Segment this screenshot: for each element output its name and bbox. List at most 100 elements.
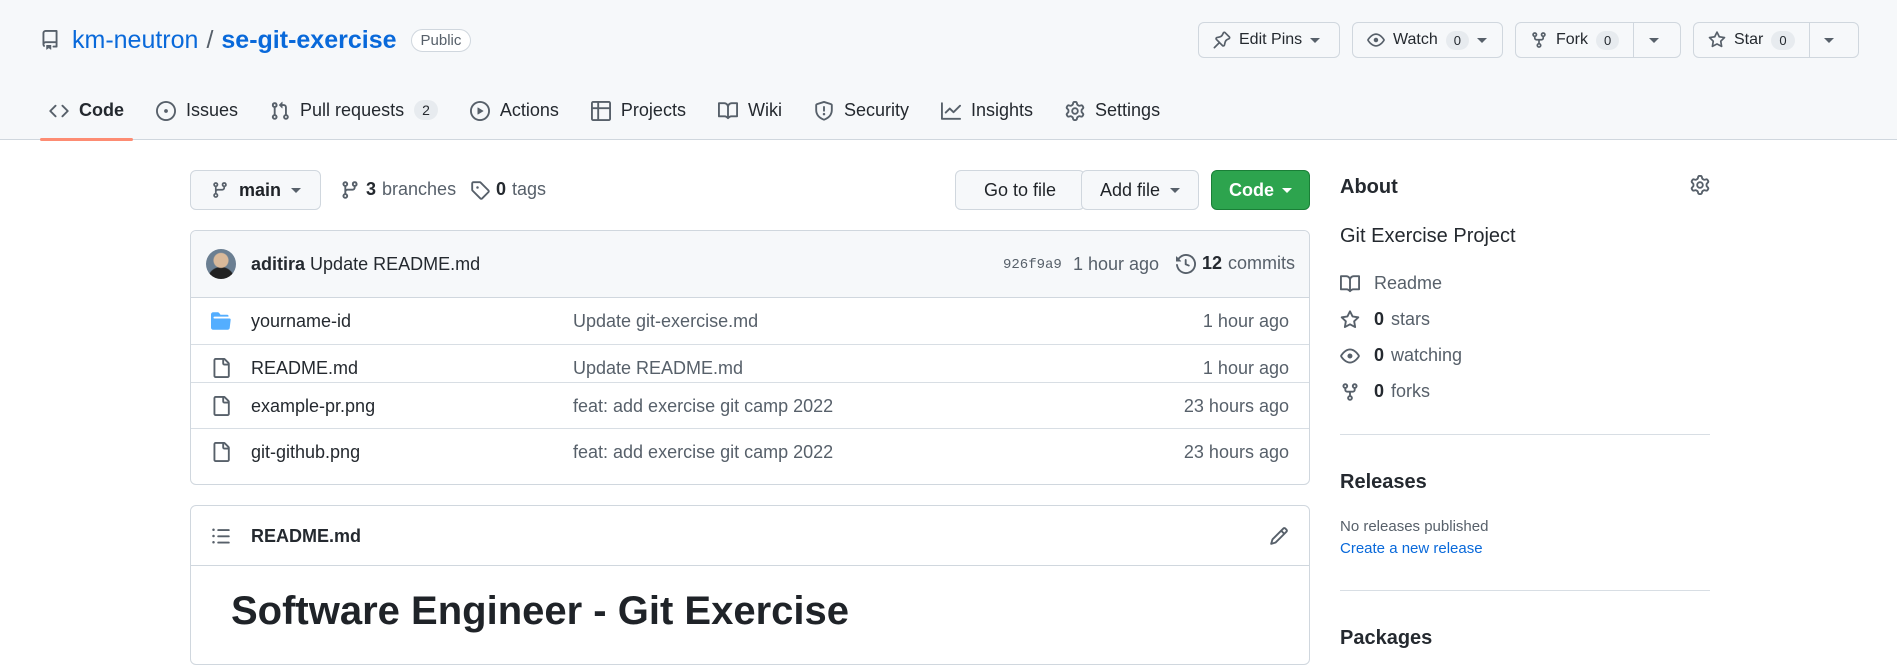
repo-actions: Edit Pins Watch 0 Fork 0 Star 0 xyxy=(1198,22,1859,58)
tag-icon xyxy=(470,180,490,200)
no-releases-text: No releases published xyxy=(1340,518,1489,535)
commits-label: commits xyxy=(1228,253,1296,273)
tab-code[interactable]: Code xyxy=(40,92,133,141)
file-name[interactable]: example-pr.png xyxy=(251,396,375,417)
file-row[interactable]: git-github.png feat: add exercise git ca… xyxy=(191,428,1309,474)
add-file-button[interactable]: Add file xyxy=(1081,170,1199,210)
file-commit-message[interactable]: Update git-exercise.md xyxy=(573,311,758,332)
chevron-down-icon xyxy=(1170,187,1181,193)
star-count: 0 xyxy=(1771,30,1795,50)
divider xyxy=(1340,590,1710,591)
go-to-file-button[interactable]: Go to file xyxy=(955,170,1085,210)
packages-title[interactable]: Packages xyxy=(1340,627,1432,650)
repo-header: km-neutron / se-git-exercise Public Edit… xyxy=(0,0,1897,141)
file-commit-message[interactable]: feat: add exercise git camp 2022 xyxy=(573,442,833,463)
branch-select-button[interactable]: main xyxy=(190,170,321,210)
tab-issues[interactable]: Issues xyxy=(147,92,247,140)
tab-label: Wiki xyxy=(747,100,782,120)
create-release-link[interactable]: Create a new release xyxy=(1340,540,1483,557)
tab-security[interactable]: Security xyxy=(805,92,918,140)
forks-count: 0 xyxy=(1374,381,1385,401)
branches-count: 3 xyxy=(366,179,377,199)
readme-heading: Software Engineer - Git Exercise xyxy=(231,589,849,633)
file-commit-message[interactable]: feat: add exercise git camp 2022 xyxy=(573,396,833,417)
star-button-group: Star 0 xyxy=(1693,22,1859,58)
forks-link[interactable]: 0 forks xyxy=(1340,381,1430,402)
star-dropdown-button[interactable] xyxy=(1808,23,1849,57)
edit-pins-button[interactable]: Edit Pins xyxy=(1198,22,1340,58)
file-commit-message[interactable]: Update README.md xyxy=(573,358,743,379)
releases-title[interactable]: Releases xyxy=(1340,471,1427,494)
file-icon xyxy=(211,358,231,378)
list-unordered-icon[interactable] xyxy=(211,526,231,546)
repo-icon xyxy=(40,30,60,50)
path-separator: / xyxy=(206,25,214,54)
repo-name-link[interactable]: se-git-exercise xyxy=(221,26,396,55)
file-name[interactable]: README.md xyxy=(251,358,358,379)
chevron-down-icon xyxy=(1310,37,1321,43)
file-row[interactable]: example-pr.png feat: add exercise git ca… xyxy=(191,382,1309,428)
fork-dropdown-button[interactable] xyxy=(1633,23,1673,57)
pull-requests-count: 2 xyxy=(414,100,438,120)
tab-label: Settings xyxy=(1095,100,1161,120)
star-icon xyxy=(1708,31,1726,49)
file-navigation: main 3 branches 0 tags Go to file Add fi… xyxy=(190,170,1310,210)
file-row[interactable]: yourname-id Update git-exercise.md 1 hou… xyxy=(191,298,1309,344)
pencil-icon[interactable] xyxy=(1269,526,1289,546)
star-label: Star xyxy=(1734,31,1764,48)
eye-icon xyxy=(1340,346,1360,366)
chevron-down-icon xyxy=(291,187,302,193)
tab-label: Insights xyxy=(970,100,1034,120)
pin-icon xyxy=(1213,31,1231,49)
readme-panel: README.md Software Engineer - Git Exerci… xyxy=(190,505,1310,665)
stars-count: 0 xyxy=(1374,309,1385,329)
file-age: 23 hours ago xyxy=(1183,442,1289,462)
avatar[interactable] xyxy=(206,249,236,279)
latest-commit-message: aditira Update README.md xyxy=(251,254,480,275)
code-button[interactable]: Code xyxy=(1211,170,1310,210)
pull-request-icon xyxy=(270,101,290,121)
commit-author[interactable]: aditira xyxy=(251,254,305,274)
file-age: 1 hour ago xyxy=(1202,311,1289,331)
stars-link[interactable]: 0 stars xyxy=(1340,309,1430,330)
commit-sha[interactable]: 926f9a9 xyxy=(1003,257,1062,273)
branch-name: main xyxy=(239,179,282,200)
tab-label: Actions xyxy=(499,100,559,120)
git-branch-icon xyxy=(340,180,360,200)
file-name[interactable]: yourname-id xyxy=(251,311,351,332)
gear-icon[interactable] xyxy=(1690,175,1710,195)
tab-projects[interactable]: Projects xyxy=(582,92,695,140)
commits-history-link[interactable]: 12 commits xyxy=(1176,253,1295,274)
commit-message-link[interactable]: Update README.md xyxy=(310,254,480,274)
watching-link[interactable]: 0 watching xyxy=(1340,345,1462,366)
tab-pull-requests[interactable]: Pull requests 2 xyxy=(261,92,447,140)
file-name[interactable]: git-github.png xyxy=(251,442,360,463)
tags-label: tags xyxy=(512,179,547,199)
folder-icon xyxy=(211,311,231,331)
tags-count: 0 xyxy=(496,179,507,199)
watch-button[interactable]: Watch 0 xyxy=(1352,22,1503,58)
repo-owner-link[interactable]: km-neutron xyxy=(72,26,198,55)
stars-label: stars xyxy=(1391,309,1431,329)
tab-label: Pull requests xyxy=(300,100,405,120)
watching-count: 0 xyxy=(1374,345,1385,365)
star-button[interactable]: Star 0 xyxy=(1694,23,1809,57)
fork-button-group: Fork 0 xyxy=(1515,22,1681,58)
readme-link[interactable]: Readme xyxy=(1340,273,1442,294)
tab-insights[interactable]: Insights xyxy=(932,92,1042,140)
issue-icon xyxy=(156,101,176,121)
divider xyxy=(1340,434,1710,435)
watching-label: watching xyxy=(1391,345,1463,365)
repo-description: Git Exercise Project xyxy=(1340,225,1516,247)
file-icon xyxy=(211,442,231,462)
eye-icon xyxy=(1367,31,1385,49)
readme-filename[interactable]: README.md xyxy=(251,526,361,547)
tab-settings[interactable]: Settings xyxy=(1056,92,1169,140)
table-icon xyxy=(590,101,611,121)
fork-button[interactable]: Fork 0 xyxy=(1516,23,1633,57)
tags-link[interactable]: 0 tags xyxy=(470,179,546,200)
tab-actions[interactable]: Actions xyxy=(461,92,568,140)
star-icon xyxy=(1340,309,1360,330)
branches-link[interactable]: 3 branches xyxy=(340,179,456,200)
tab-wiki[interactable]: Wiki xyxy=(709,92,791,140)
